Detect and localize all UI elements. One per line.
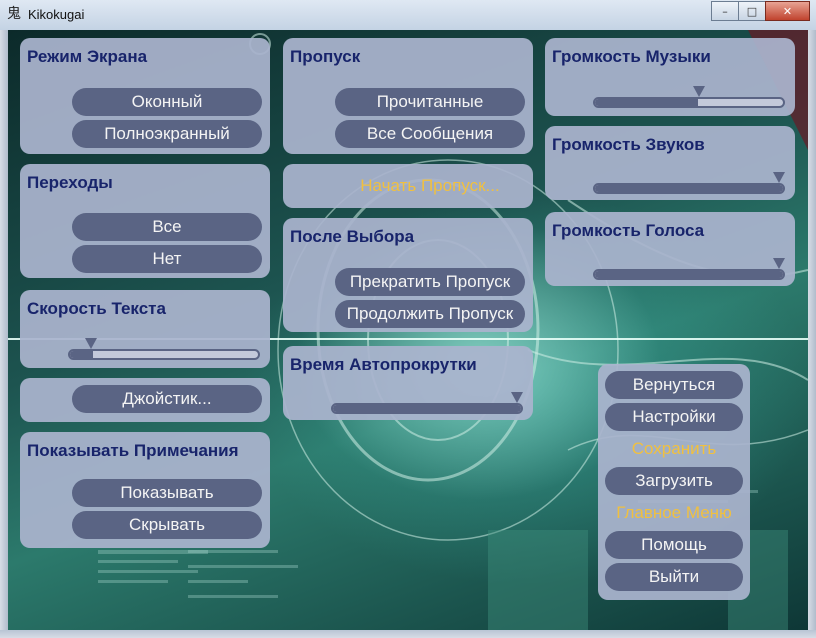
minimize-icon[interactable]: – [711, 1, 739, 21]
transitions-panel: Переходы Все Нет [20, 164, 270, 278]
auto-forward-slider[interactable] [331, 403, 523, 414]
text-speed-slider-thumb[interactable] [85, 338, 98, 349]
window-frame-right [808, 30, 816, 638]
load-button[interactable]: Загрузить [605, 467, 743, 495]
auto-forward-slider-thumb[interactable] [511, 392, 523, 403]
sound-volume-slider-thumb[interactable] [773, 172, 785, 183]
window-frame-left [0, 30, 8, 638]
stop-skip-button[interactable]: Прекратить Пропуск [335, 268, 525, 296]
auto-forward-title: Время Автопрокрутки [290, 355, 477, 374]
joystick-panel: Джойстик... [20, 378, 270, 422]
voice-volume-slider[interactable] [593, 269, 785, 280]
auto-forward-slider-fill [333, 405, 521, 412]
help-button[interactable]: Помощь [605, 531, 743, 559]
voice-volume-panel: Громкость Голоса [545, 212, 795, 286]
sound-volume-title: Громкость Звуков [552, 135, 705, 154]
window-frame-bottom [0, 630, 816, 638]
show-notes-title: Показывать Примечания [27, 441, 239, 460]
window-titlebar: 鬼 Kikokugai – □ ✕ [0, 0, 816, 31]
sound-volume-slider[interactable] [593, 183, 785, 194]
text-speed-title: Скорость Текста [27, 299, 166, 318]
transitions-all-button[interactable]: Все [72, 213, 262, 241]
after-choice-panel: После Выбора Прекратить Пропуск Продолжи… [283, 218, 533, 332]
continue-skip-button[interactable]: Продолжить Пропуск [335, 300, 525, 328]
text-speed-slider-fill [70, 351, 93, 358]
auto-forward-panel: Время Автопрокрутки [283, 346, 533, 420]
windowed-button[interactable]: Оконный [72, 88, 262, 116]
music-volume-slider[interactable] [593, 97, 785, 108]
text-speed-slider[interactable] [68, 349, 260, 360]
text-speed-panel: Скорость Текста [20, 290, 270, 368]
begin-skip-button[interactable]: Начать Пропуск... [335, 172, 525, 200]
joystick-button[interactable]: Джойстик... [72, 385, 262, 413]
fullscreen-button[interactable]: Полноэкранный [72, 120, 262, 148]
skip-all-button[interactable]: Все Сообщения [335, 120, 525, 148]
music-volume-slider-thumb[interactable] [692, 86, 705, 97]
navigation-menu: Вернуться Настройки Сохранить Загрузить … [598, 364, 750, 600]
skip-panel: Пропуск Прочитанные Все Сообщения [283, 38, 533, 154]
main-menu-button[interactable]: Главное Меню [605, 499, 743, 527]
close-icon[interactable]: ✕ [765, 1, 810, 21]
sound-volume-slider-fill [595, 185, 783, 192]
preferences-button[interactable]: Настройки [605, 403, 743, 431]
voice-volume-slider-thumb[interactable] [773, 258, 785, 269]
after-choice-title: После Выбора [290, 227, 415, 246]
music-volume-panel: Громкость Музыки [545, 38, 795, 116]
return-button[interactable]: Вернуться [605, 371, 743, 399]
window-controls: – □ ✕ [711, 1, 810, 21]
music-volume-slider-fill [595, 99, 699, 106]
save-button[interactable]: Сохранить [605, 435, 743, 463]
voice-volume-title: Громкость Голоса [552, 221, 705, 240]
maximize-icon[interactable]: □ [738, 1, 766, 21]
voice-volume-slider-fill [595, 271, 783, 278]
display-mode-title: Режим Экрана [27, 47, 148, 66]
app-kanji-icon[interactable]: 鬼 [6, 6, 22, 22]
display-mode-panel: Режим Экрана Оконный Полноэкранный [20, 38, 270, 154]
show-notes-panel: Показывать Примечания Показывать Скрыват… [20, 432, 270, 548]
show-notes-button[interactable]: Показывать [72, 479, 262, 507]
transitions-none-button[interactable]: Нет [72, 245, 262, 273]
skip-title: Пропуск [290, 47, 361, 66]
begin-skip-panel: Начать Пропуск... [283, 164, 533, 208]
transitions-title: Переходы [27, 173, 113, 192]
game-preferences-screen: Режим Экрана Оконный Полноэкранный Перех… [8, 30, 808, 630]
sound-volume-panel: Громкость Звуков [545, 126, 795, 200]
window-title: Kikokugai [28, 7, 85, 22]
hide-notes-button[interactable]: Скрывать [72, 511, 262, 539]
skip-read-button[interactable]: Прочитанные [335, 88, 525, 116]
quit-button[interactable]: Выйти [605, 563, 743, 591]
music-volume-title: Громкость Музыки [552, 47, 711, 66]
